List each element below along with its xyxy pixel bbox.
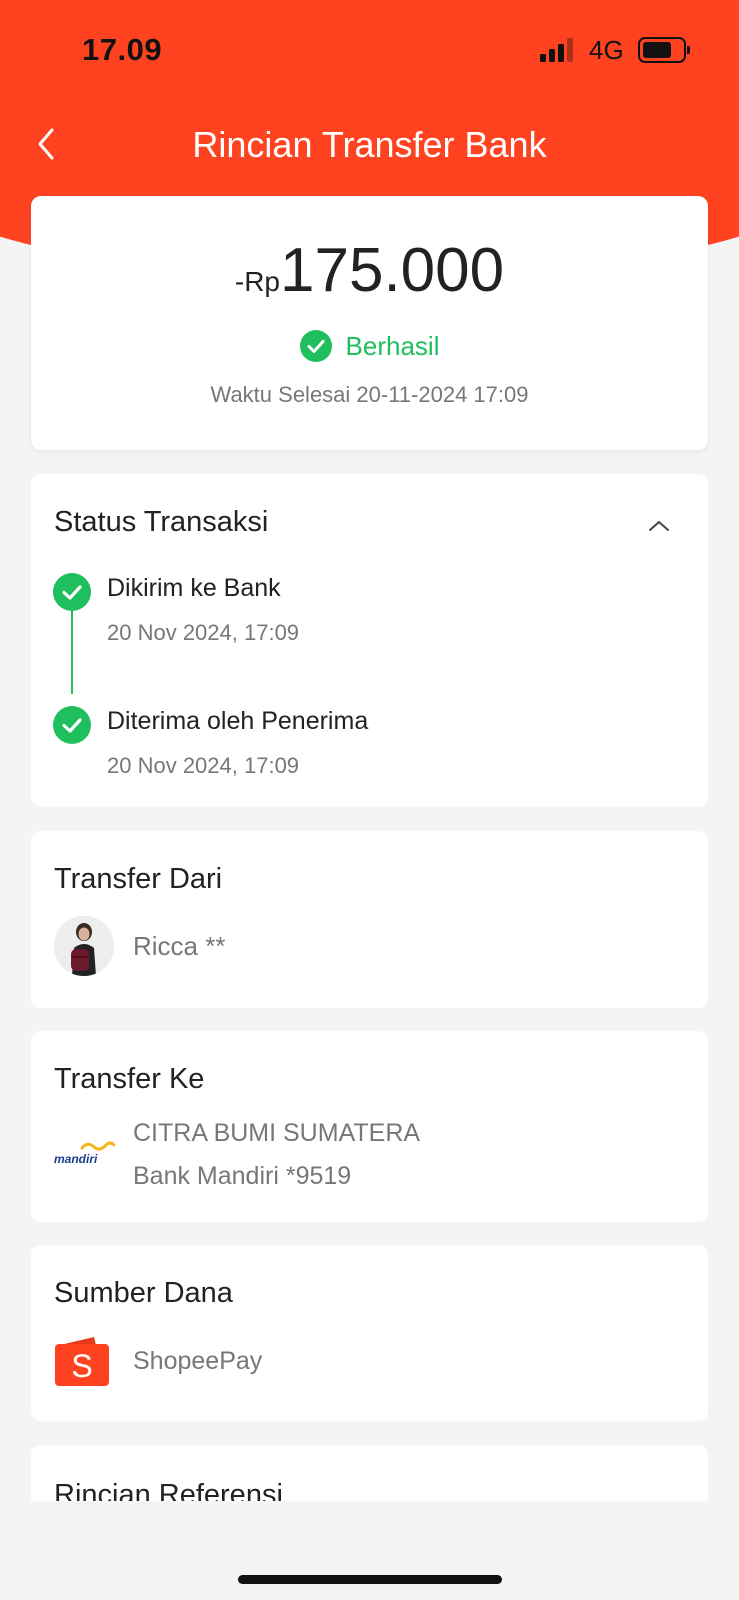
bank-mandiri-logo: mandiri — [54, 1139, 116, 1169]
signal-icon — [540, 38, 580, 62]
bottom-area — [0, 1501, 739, 1600]
battery-icon — [638, 37, 690, 63]
status-time: 17.09 — [82, 32, 163, 67]
fund-source-card: Sumber Dana S ShopeePay — [31, 1245, 708, 1421]
svg-text:S: S — [71, 1348, 92, 1384]
sender-name: Ricca ** — [133, 931, 226, 961]
transfer-to-card: Transfer Ke mandiri CITRA BUMI SUMATERA … — [31, 1031, 708, 1222]
transfer-amount: -Rp175.000 — [31, 236, 708, 322]
avatar — [54, 916, 114, 976]
status-bar: 17.09 4G — [0, 0, 739, 100]
transfer-from-card: Transfer Dari Ricca ** — [31, 831, 708, 1008]
source-name: ShopeePay — [133, 1347, 263, 1375]
section-title-status: Status Transaksi — [54, 506, 269, 538]
section-title-source: Sumber Dana — [54, 1277, 233, 1309]
check-circle-icon — [53, 706, 91, 744]
chevron-up-icon — [649, 521, 669, 531]
shopeepay-icon: S — [54, 1335, 110, 1387]
navigation-bar: Rincian Transfer Bank — [0, 110, 739, 180]
transaction-status-card: Status Transaksi Dikirim ke Bank 20 Nov … — [31, 474, 708, 807]
bank-logo-text: mandiri — [54, 1152, 98, 1166]
bank-account: Bank Mandiri *9519 — [133, 1162, 352, 1190]
network-label: 4G — [589, 35, 624, 65]
timeline-step-date: 20 Nov 2024, 17:09 — [107, 753, 300, 778]
home-indicator[interactable] — [238, 1575, 502, 1584]
status-badge: Berhasil — [345, 330, 440, 361]
section-title-from: Transfer Dari — [54, 863, 223, 895]
timeline-step-label: Diterima oleh Penerima — [107, 707, 369, 735]
amount-card: -Rp175.000 Berhasil Waktu Selesai 20-11-… — [31, 196, 708, 450]
section-title-to: Transfer Ke — [54, 1063, 205, 1095]
check-circle-icon — [299, 330, 332, 362]
collapse-button[interactable] — [644, 514, 674, 538]
status-row: Berhasil — [31, 330, 708, 362]
section-title-reference: Rincian Referensi — [54, 1479, 283, 1501]
amount-value: 175.000 — [280, 236, 505, 305]
page-title: Rincian Transfer Bank — [192, 124, 547, 165]
currency-prefix: -Rp — [234, 266, 280, 297]
recipient-name: CITRA BUMI SUMATERA — [133, 1119, 421, 1147]
reference-details-card[interactable]: Rincian Referensi — [31, 1445, 708, 1501]
finish-time: Waktu Selesai 20-11-2024 17:09 — [210, 382, 529, 407]
check-circle-icon — [53, 573, 91, 611]
timeline-step-date: 20 Nov 2024, 17:09 — [107, 620, 300, 645]
timeline-step-label: Dikirim ke Bank — [107, 574, 281, 602]
